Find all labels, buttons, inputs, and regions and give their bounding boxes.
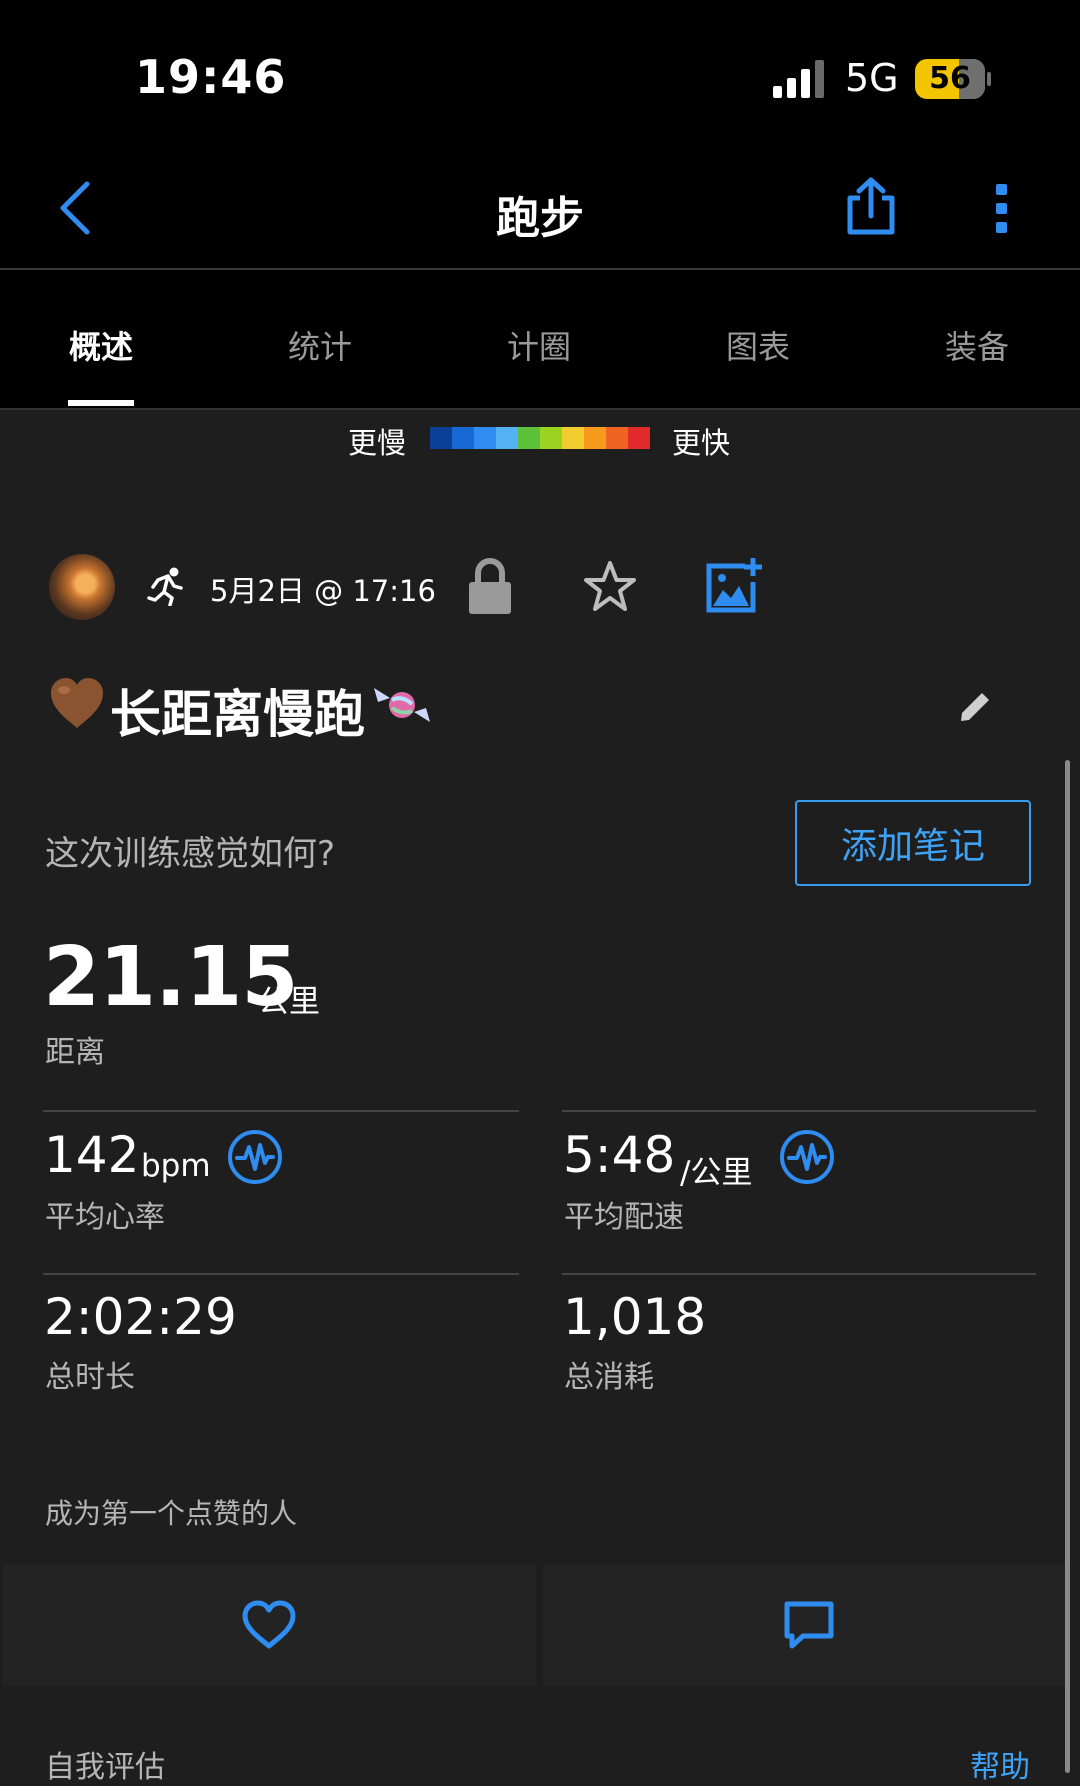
help-link[interactable]: 帮助	[970, 1742, 1030, 1786]
legend-faster-label: 更快	[672, 426, 731, 460]
distance-unit: 公里	[258, 984, 320, 1020]
battery-level: 56	[929, 61, 971, 96]
edit-pencil-icon[interactable]	[958, 690, 992, 724]
tab-charts[interactable]: 图表	[658, 322, 858, 368]
duration-label: 总时长	[45, 1360, 135, 1395]
heart-rate-graph-icon[interactable]	[227, 1129, 283, 1185]
divider	[43, 1110, 519, 1112]
comment-icon	[784, 1601, 834, 1649]
color-segment	[430, 427, 452, 449]
like-prompt: 成为第一个点赞的人	[45, 1497, 298, 1530]
color-segment	[606, 427, 628, 449]
comment-button[interactable]	[543, 1564, 1065, 1686]
color-segment	[474, 427, 496, 449]
tab-active-indicator	[68, 400, 134, 406]
tab-laps[interactable]: 计圈	[439, 322, 639, 368]
signal-icon	[773, 60, 824, 98]
activity-date: 5月2日 @ 17:16	[210, 574, 436, 608]
candy-icon	[374, 688, 430, 722]
battery-tip	[987, 72, 991, 86]
lock-icon[interactable]	[468, 557, 512, 615]
color-segment	[628, 427, 650, 449]
heart-rate-value: 142	[44, 1126, 140, 1184]
tab-gear[interactable]: 装备	[877, 322, 1077, 368]
activity-title: 长距离慢跑	[110, 686, 366, 745]
pace-color-scale	[430, 427, 650, 449]
scrollbar[interactable]	[1065, 760, 1070, 1773]
nav-bar: 跑步	[0, 150, 1080, 270]
tab-overview[interactable]: 概述	[1, 322, 201, 368]
add-photo-icon[interactable]	[705, 556, 765, 614]
battery-indicator: 56	[915, 59, 985, 99]
color-segment	[562, 427, 584, 449]
heart-rate-label: 平均心率	[45, 1200, 165, 1235]
calories-label: 总消耗	[564, 1360, 654, 1395]
distance-label: 距离	[45, 1035, 105, 1070]
tab-stats[interactable]: 统计	[220, 322, 420, 368]
color-segment	[584, 427, 606, 449]
calories-value: 1,018	[563, 1288, 707, 1346]
duration-value: 2:02:29	[44, 1288, 237, 1346]
divider	[562, 1273, 1036, 1275]
avatar[interactable]	[49, 554, 115, 620]
color-segment	[518, 427, 540, 449]
color-segment	[540, 427, 562, 449]
pace-unit: /公里	[680, 1155, 753, 1191]
divider	[562, 1110, 1036, 1112]
add-note-button[interactable]: 添加笔记	[795, 800, 1031, 886]
tab-bar: 概述 统计 计圈 图表 装备	[0, 270, 1080, 410]
share-icon[interactable]	[846, 176, 896, 236]
divider	[43, 1273, 519, 1275]
running-icon	[147, 567, 183, 606]
feel-question: 这次训练感觉如何?	[45, 834, 336, 874]
more-vertical-icon[interactable]	[994, 182, 1010, 236]
brown-heart-icon	[51, 678, 103, 728]
heart-outline-icon	[242, 1600, 296, 1649]
pace-value: 5:48	[563, 1126, 676, 1184]
pace-graph-icon[interactable]	[779, 1129, 835, 1185]
color-segment	[496, 427, 518, 449]
pace-label: 平均配速	[564, 1200, 684, 1235]
heart-rate-unit: bpm	[141, 1148, 211, 1184]
network-label: 5G	[845, 56, 899, 100]
self-evaluation-heading: 自我评估	[45, 1750, 165, 1785]
legend-slower-label: 更慢	[348, 426, 407, 460]
page-title: 跑步	[496, 193, 584, 244]
color-segment	[452, 427, 474, 449]
star-icon[interactable]	[582, 560, 638, 614]
like-button[interactable]	[3, 1564, 536, 1686]
status-time: 19:46	[135, 50, 287, 104]
